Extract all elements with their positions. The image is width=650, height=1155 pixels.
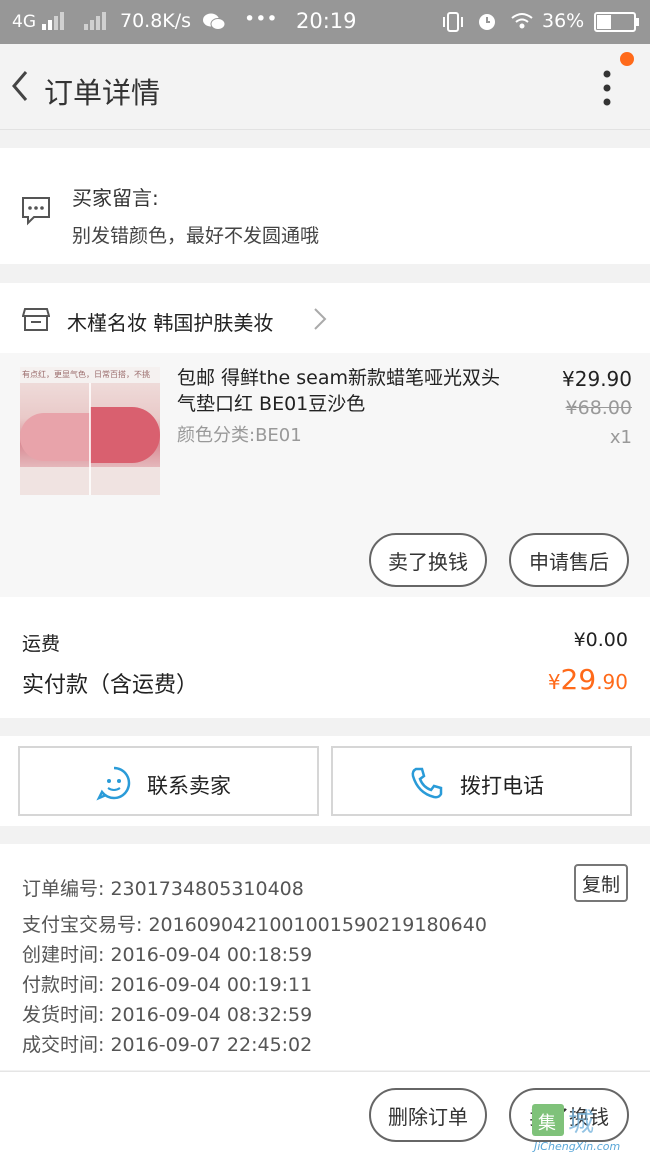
total-value: ¥29.90 — [548, 663, 628, 696]
chevron-right-icon[interactable] — [312, 306, 328, 332]
network-speed: 70.8K/s — [120, 10, 192, 32]
buyer-message-label: 买家留言: — [72, 186, 159, 210]
paid-time: 付款时间: 2016-09-04 00:19:11 — [22, 974, 313, 996]
shop-icon — [22, 308, 50, 331]
shop-name[interactable]: 木槿名妆 韩国护肤美妆 — [67, 307, 273, 336]
alarm-icon — [479, 14, 495, 30]
order-info-card: 订单编号: 2301734805310408 复制 支付宝交易号: 201609… — [0, 844, 650, 1070]
total-label: 实付款（含运费） — [22, 673, 199, 698]
watermark-box: 集 — [532, 1104, 564, 1136]
wechat-icon — [203, 13, 226, 30]
vibrate-icon — [443, 12, 463, 32]
total-integer: 29 — [560, 663, 597, 696]
chat-bubble-icon — [96, 766, 131, 801]
watermark-logo: 集 城 JiChengXin.com — [532, 1098, 650, 1155]
after-sale-button[interactable]: 申请售后 — [509, 533, 629, 587]
shipping-label: 运费 — [22, 633, 61, 655]
alipay-number: 支付宝交易号: 2016090421001001590219180640 — [22, 914, 487, 936]
watermark-text: 城 — [568, 1108, 594, 1138]
buyer-message-text: 别发错颜色，最好不发圆通哦 — [72, 225, 320, 247]
watermark-glyph: 集 — [538, 1113, 556, 1134]
buyer-message-card: 买家留言: 别发错颜色，最好不发圆通哦 — [0, 148, 650, 264]
thumbnail-caption: 有点红，更显气色，日常百搭，不挑 — [22, 370, 150, 379]
currency-symbol: ¥ — [547, 670, 561, 694]
created-time: 创建时间: 2016-09-04 00:18:59 — [22, 944, 313, 966]
delete-order-button[interactable]: 删除订单 — [369, 1088, 487, 1142]
product-thumbnail[interactable]: 有点红，更显气色，日常百搭，不挑 — [20, 367, 160, 495]
shipped-time: 发货时间: 2016-09-04 08:32:59 — [22, 1004, 313, 1026]
phone-icon — [411, 767, 443, 799]
sell-button[interactable]: 卖了换钱 — [369, 533, 487, 587]
item-original-price: ¥68.00 — [565, 397, 632, 419]
more-notifications: ••• — [244, 8, 278, 30]
call-phone-button[interactable]: 拨打电话 — [331, 746, 632, 816]
item-area[interactable]: 有点红，更显气色，日常百搭，不挑 包邮 得鲜the seam新款蜡笔哑光双头气垫… — [0, 353, 650, 597]
completed-time: 成交时间: 2016-09-07 22:45:02 — [22, 1034, 313, 1056]
signal-icon-secondary — [84, 12, 106, 30]
page-title: 订单详情 — [44, 76, 161, 110]
status-bar: 4G 70.8K/s ••• 20:19 36% — [0, 0, 650, 44]
item-spec: 颜色分类:BE01 — [177, 425, 302, 446]
message-icon — [22, 197, 50, 226]
notification-dot — [620, 52, 634, 66]
contact-seller-button[interactable]: 联系卖家 — [18, 746, 319, 816]
wifi-icon — [511, 13, 533, 29]
nav-bar: 订单详情 — [0, 44, 650, 130]
battery-icon — [594, 12, 639, 32]
contact-bar: 联系卖家 拨打电话 — [0, 736, 650, 826]
battery-percent: 36% — [542, 10, 585, 32]
item-title[interactable]: 包邮 得鲜the seam新款蜡笔哑光双头气垫口红 BE01豆沙色 — [177, 365, 507, 417]
payment-card: 运费 ¥0.00 实付款（含运费） ¥29.90 — [0, 597, 650, 718]
order-item-card: 木槿名妆 韩国护肤美妆 有点红，更显气色，日常百搭，不挑 包邮 得鲜the se… — [0, 283, 650, 597]
copy-button[interactable]: 复制 — [574, 864, 628, 902]
item-price: ¥29.90 — [562, 367, 632, 391]
clock: 20:19 — [296, 9, 357, 33]
back-arrow-icon[interactable] — [6, 66, 36, 106]
watermark-url: JiChengXin.com — [534, 1140, 621, 1153]
total-decimal: .90 — [596, 670, 628, 694]
signal-icon — [42, 12, 64, 30]
call-phone-label: 拨打电话 — [460, 774, 544, 798]
shop-row[interactable]: 木槿名妆 韩国护肤美妆 — [0, 283, 650, 353]
more-options-icon[interactable] — [592, 66, 622, 110]
network-type: 4G — [12, 12, 36, 32]
order-number: 订单编号: 2301734805310408 — [22, 878, 304, 900]
contact-seller-label: 联系卖家 — [147, 774, 231, 798]
item-quantity: x1 — [609, 427, 632, 448]
shipping-value: ¥0.00 — [573, 629, 628, 651]
